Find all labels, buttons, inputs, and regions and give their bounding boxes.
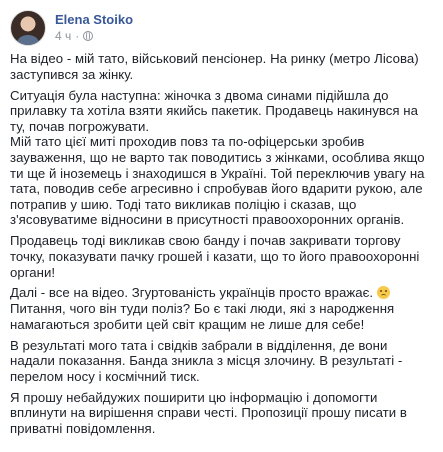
post-text-segment: Далі - все на відео. Згуртованість украї… (10, 285, 374, 301)
globe-icon[interactable] (83, 31, 94, 41)
post-text-segment: Питання, чого він туди поліз? Бо є такі … (10, 301, 395, 332)
post-paragraph: Я прошу небайдужих поширити цю інформаці… (10, 389, 407, 437)
separator-dot: · (75, 29, 80, 43)
author-name[interactable]: Elena Stoiko (55, 12, 133, 28)
post-body: На відео - мій тато, військовий пенсіоне… (10, 51, 435, 437)
post-header: Elena Stoiko 4 ч · (10, 10, 435, 46)
post-meta: Elena Stoiko 4 ч · (55, 12, 133, 44)
post-paragraph: В результаті мого тата і свідків забрали… (10, 337, 403, 384)
timestamp[interactable]: 4 ч (55, 28, 71, 44)
timestamp-row: 4 ч · (55, 28, 133, 44)
avatar[interactable] (10, 10, 46, 46)
facebook-post: Elena Stoiko 4 ч · На відео - мій тато, … (0, 0, 443, 437)
post-paragraph: На відео - мій тато, військовий пенсіоне… (10, 51, 419, 82)
sad-face-icon (376, 286, 390, 300)
post-paragraph: Продавець тоді викликав свою банду і поч… (10, 233, 420, 280)
post-paragraph: Ситуація була наступна: жіночка з двома … (10, 87, 425, 228)
post-paragraph: Далі - все на відео. Згуртованість украї… (10, 285, 435, 332)
